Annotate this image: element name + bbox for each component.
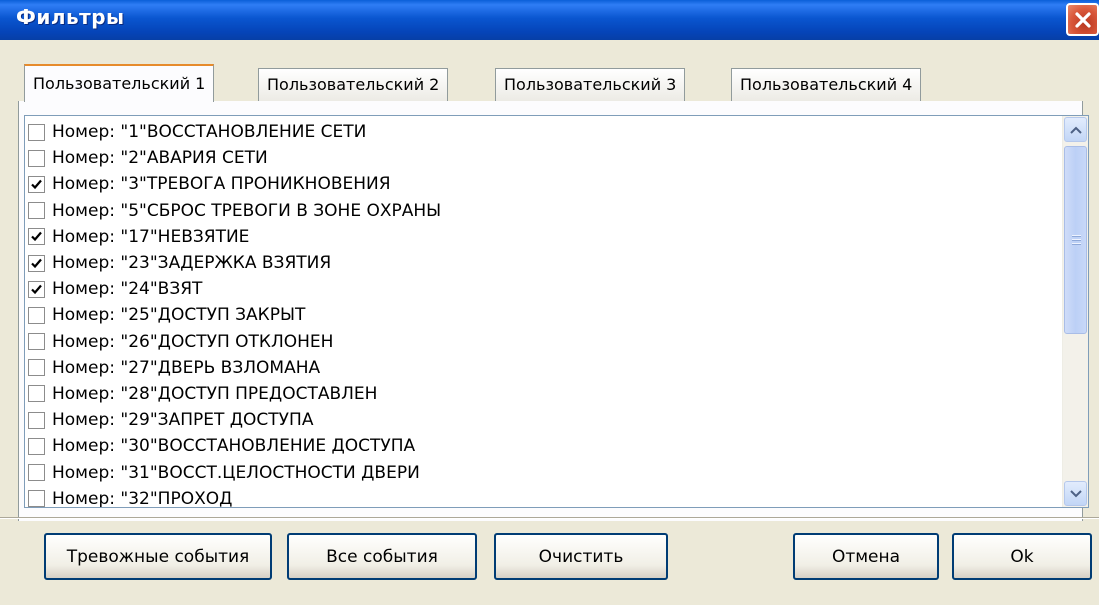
tab-user-1[interactable]: Пользовательский 1 bbox=[24, 64, 215, 102]
list-item[interactable]: Номер: "27" ДВЕРЬ ВЗЛОМАНА bbox=[28, 355, 441, 381]
event-name: АВАРИЯ СЕТИ bbox=[146, 148, 268, 169]
event-number: Номер: "26" bbox=[52, 331, 158, 352]
title-bar[interactable]: Фильтры bbox=[0, 0, 1099, 40]
event-number: Номер: "2" bbox=[52, 148, 147, 169]
list-item[interactable]: Номер: "30" ВОССТАНОВЛЕНИЕ ДОСТУПА bbox=[28, 433, 441, 459]
check-icon bbox=[31, 179, 42, 190]
event-number: Номер: "24" bbox=[52, 279, 158, 300]
button-separator bbox=[0, 517, 1099, 519]
event-name: ЗАДЕРЖКА ВЗЯТИЯ bbox=[157, 253, 332, 274]
list-item[interactable]: Номер: "29" ЗАПРЕТ ДОСТУПА bbox=[28, 407, 441, 433]
list-item[interactable]: Номер: "23" ЗАДЕРЖКА ВЗЯТИЯ bbox=[28, 250, 441, 276]
event-name: ДВЕРЬ ВЗЛОМАНА bbox=[157, 357, 321, 378]
event-name: ДОСТУП ПРЕДОСТАВЛЕН bbox=[157, 383, 378, 404]
check-icon bbox=[31, 284, 42, 294]
event-number: Номер: "25" bbox=[52, 305, 158, 326]
window-title: Фильтры bbox=[16, 5, 125, 29]
ok-button[interactable]: Ok bbox=[952, 533, 1092, 580]
event-checkbox[interactable] bbox=[28, 411, 45, 429]
event-number: Номер: "17" bbox=[52, 226, 158, 247]
clear-button[interactable]: Очистить bbox=[494, 533, 668, 580]
list-item[interactable]: Номер: "17" НЕВЗЯТИЕ bbox=[28, 224, 441, 250]
close-button[interactable] bbox=[1066, 3, 1099, 36]
event-number: Номер: "29" bbox=[52, 410, 158, 431]
tab-user-3[interactable]: Пользовательский 3 bbox=[495, 68, 686, 101]
event-checkbox[interactable] bbox=[28, 333, 45, 351]
event-checkbox[interactable] bbox=[28, 175, 45, 193]
event-number: Номер: "31" bbox=[52, 462, 158, 483]
event-checkbox[interactable] bbox=[28, 359, 45, 377]
chevron-up-icon bbox=[1069, 126, 1082, 134]
event-checkbox[interactable] bbox=[28, 490, 45, 507]
event-name: ТРЕВОГА ПРОНИКНОВЕНИЯ bbox=[146, 174, 391, 195]
list-item[interactable]: Номер: "2" АВАРИЯ СЕТИ bbox=[28, 145, 441, 171]
list-item[interactable]: Номер: "1" ВОССТАНОВЛЕНИЕ СЕТИ bbox=[28, 119, 441, 145]
event-number: Номер: "30" bbox=[52, 436, 158, 457]
tab-user-4[interactable]: Пользовательский 4 bbox=[731, 68, 922, 101]
list-item[interactable]: Номер: "3" ТРЕВОГА ПРОНИКНОВЕНИЯ bbox=[28, 171, 441, 197]
vertical-scrollbar[interactable] bbox=[1062, 116, 1088, 507]
event-items: Номер: "1" ВОССТАНОВЛЕНИЕ СЕТИ Номер: "2" А… bbox=[28, 119, 441, 508]
event-name: СБРОС ТРЕВОГИ В ЗОНЕ ОХРАНЫ bbox=[146, 200, 442, 221]
event-name: ДОСТУП ЗАКРЫТ bbox=[157, 305, 306, 326]
scroll-up-button[interactable] bbox=[1064, 117, 1087, 142]
scroll-down-button[interactable] bbox=[1064, 481, 1087, 506]
all-events-button[interactable]: Все события bbox=[287, 533, 477, 580]
event-name: ВОССТ.ЦЕЛОСТНОСТИ ДВЕРИ bbox=[157, 462, 420, 483]
cancel-button[interactable]: Отмена bbox=[793, 533, 939, 580]
list-item[interactable]: Номер: "26" ДОСТУП ОТКЛОНЕН bbox=[28, 329, 441, 355]
event-checkbox[interactable] bbox=[28, 306, 45, 324]
event-checkbox[interactable] bbox=[28, 228, 45, 246]
event-number: Номер: "28" bbox=[52, 383, 158, 404]
list-item[interactable]: Номер: "25" ДОСТУП ЗАКРЫТ bbox=[28, 302, 441, 328]
event-checkbox[interactable] bbox=[28, 385, 45, 403]
list-item[interactable]: Номер: "28" ДОСТУП ПРЕДОСТАВЛЕН bbox=[28, 381, 441, 407]
chevron-down-icon bbox=[1069, 489, 1082, 497]
list-item[interactable]: Номер: "32" ПРОХОД bbox=[28, 486, 441, 508]
event-checkbox[interactable] bbox=[28, 437, 45, 455]
list-item[interactable]: Номер: "31" ВОССТ.ЦЕЛОСТНОСТИ ДВЕРИ bbox=[28, 459, 441, 485]
event-number: Номер: "32" bbox=[52, 488, 158, 508]
event-number: Номер: "5" bbox=[52, 200, 147, 221]
event-name: ВЗЯТ bbox=[157, 279, 203, 300]
event-number: Номер: "23" bbox=[52, 253, 158, 274]
event-name: ПРОХОД bbox=[157, 488, 233, 508]
grip-icon bbox=[1072, 235, 1081, 245]
event-name: ВОССТАНОВЛЕНИЕ СЕТИ bbox=[146, 122, 367, 143]
event-checkbox[interactable] bbox=[28, 254, 45, 272]
event-checkbox[interactable] bbox=[28, 464, 45, 482]
event-name: ВОССТАНОВЛЕНИЕ ДОСТУПА bbox=[157, 436, 416, 457]
event-number: Номер: "1" bbox=[52, 122, 147, 143]
event-number: Номер: "3" bbox=[52, 174, 147, 195]
event-checkbox[interactable] bbox=[28, 149, 45, 167]
event-name: ДОСТУП ОТКЛОНЕН bbox=[157, 331, 334, 352]
list-item[interactable]: Номер: "24" ВЗЯТ bbox=[28, 276, 441, 302]
alarm-events-button[interactable]: Тревожные события bbox=[44, 533, 272, 580]
list-item[interactable]: Номер: "5" СБРОС ТРЕВОГИ В ЗОНЕ ОХРАНЫ bbox=[28, 198, 441, 224]
tab-user-2[interactable]: Пользовательский 2 bbox=[258, 68, 449, 101]
event-number: Номер: "27" bbox=[52, 357, 158, 378]
event-name: ЗАПРЕТ ДОСТУПА bbox=[157, 410, 314, 431]
event-checkbox[interactable] bbox=[28, 280, 45, 298]
scroll-thumb[interactable] bbox=[1064, 146, 1087, 334]
event-checkbox[interactable] bbox=[28, 202, 45, 220]
check-icon bbox=[31, 258, 42, 268]
event-name: НЕВЗЯТИЕ bbox=[157, 226, 250, 247]
check-icon bbox=[31, 232, 42, 242]
event-checklist[interactable]: Номер: "1" ВОССТАНОВЛЕНИЕ СЕТИ Номер: "2" А… bbox=[24, 115, 1089, 508]
event-checkbox[interactable] bbox=[28, 123, 45, 141]
close-icon bbox=[1074, 11, 1091, 28]
